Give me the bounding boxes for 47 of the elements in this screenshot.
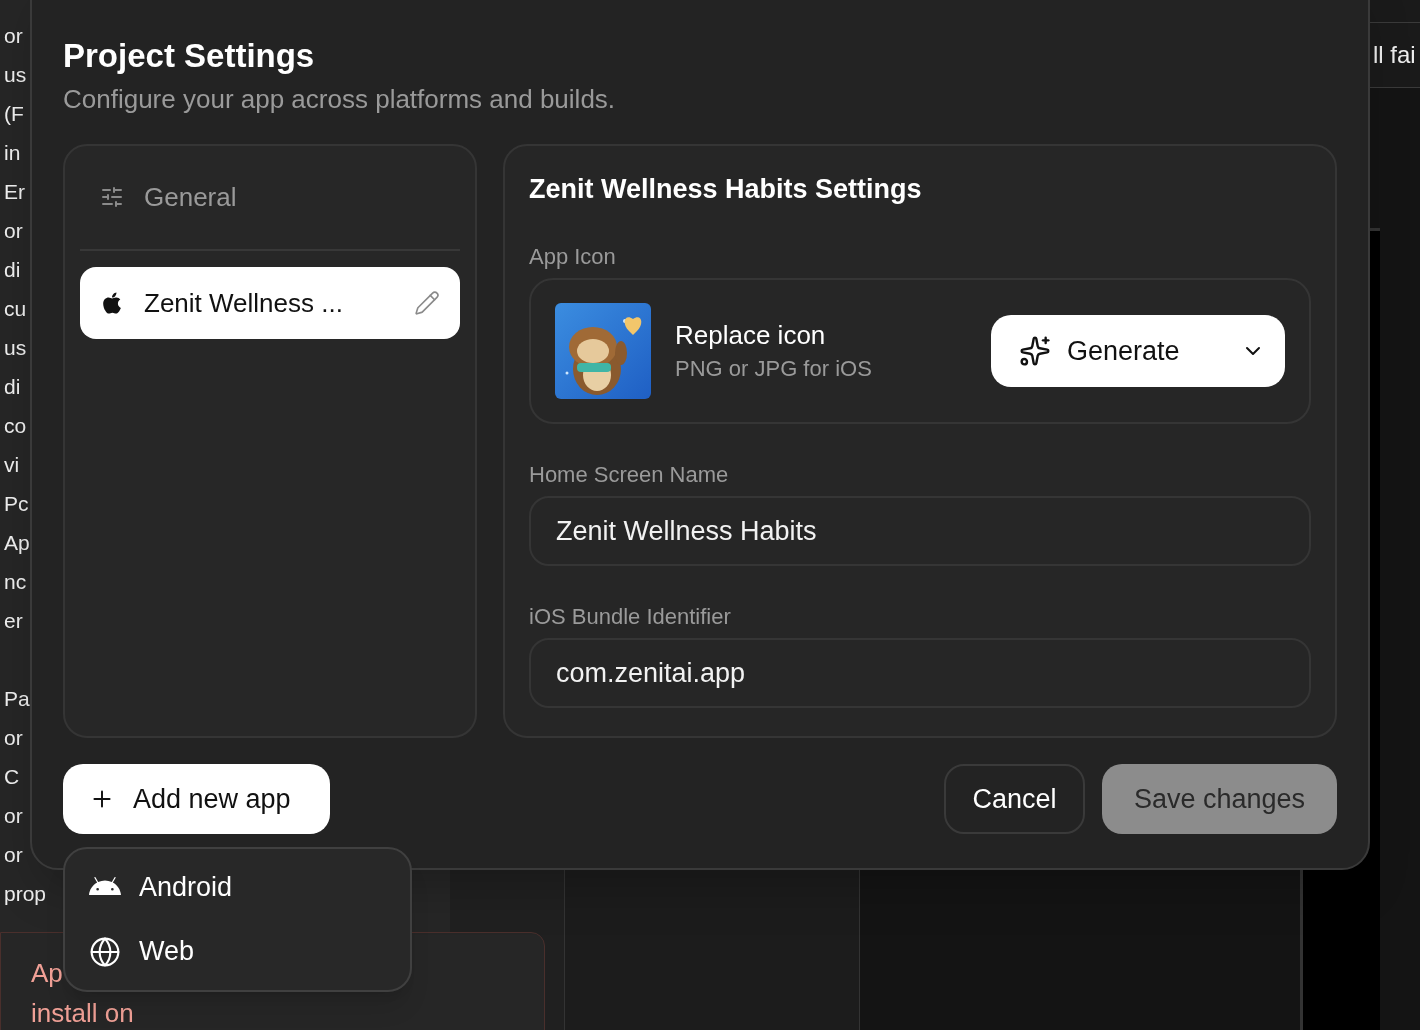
text-line: or: [4, 23, 23, 49]
replace-icon-title: Replace icon: [675, 319, 826, 352]
text-line: Ap: [4, 530, 30, 556]
text-line: or: [4, 803, 23, 829]
panel-title: Zenit Wellness Habits Settings: [529, 173, 922, 206]
text-line: Pa: [4, 686, 30, 712]
menu-item[interactable]: Android: [89, 858, 386, 917]
text-line: us: [4, 335, 27, 361]
add-app-button[interactable]: Add new app: [63, 764, 330, 834]
field-label: Home Screen Name: [529, 461, 729, 489]
text-line: Pc: [4, 491, 29, 517]
tab-label[interactable]: ll fai: [1373, 37, 1416, 73]
text-line: er: [4, 608, 23, 634]
text-line: (F: [4, 101, 24, 127]
apple-icon: [100, 291, 124, 315]
field-label: iOS Bundle Identifier: [529, 603, 731, 631]
text-line: di: [4, 374, 21, 400]
text-line: nc: [4, 569, 27, 595]
text-line: C: [4, 764, 20, 790]
text-line: prop: [4, 881, 47, 907]
notice-text: install on: [31, 997, 134, 1030]
text-line: or: [4, 218, 23, 244]
text-line: or: [4, 842, 23, 868]
text-line: Er: [4, 179, 25, 205]
field-label: App Icon: [529, 243, 616, 271]
dialog-title: Project Settings: [63, 36, 315, 76]
text-field[interactable]: Zenit Wellness Habits: [529, 496, 1311, 566]
text-line: di: [4, 257, 21, 283]
sidebar-item[interactable]: General: [80, 161, 460, 233]
sidebar-item[interactable]: Zenit Wellness ...: [80, 267, 460, 339]
pencil-icon[interactable]: [414, 290, 440, 316]
notice-text: Ap: [31, 957, 63, 990]
text-line: in: [4, 140, 21, 166]
globe-icon: [89, 935, 121, 968]
text-field[interactable]: com.zenitai.app: [529, 638, 1311, 708]
sliders-icon: [100, 185, 124, 209]
icon-hint: PNG or JPG for iOS: [675, 355, 872, 383]
text-line: us: [4, 62, 27, 88]
cancel-button[interactable]: Cancel: [944, 764, 1085, 834]
text-line: cu: [4, 296, 27, 322]
text-line: or: [4, 725, 23, 751]
menu-item[interactable]: Web: [89, 922, 386, 981]
dialog-subtitle: Configure your app across platforms and builds.: [63, 83, 616, 116]
sparkles-icon: [1019, 335, 1051, 367]
text-line: vi: [4, 452, 20, 478]
generate-button[interactable]: Generate: [991, 315, 1285, 387]
text-line: co: [4, 413, 27, 439]
